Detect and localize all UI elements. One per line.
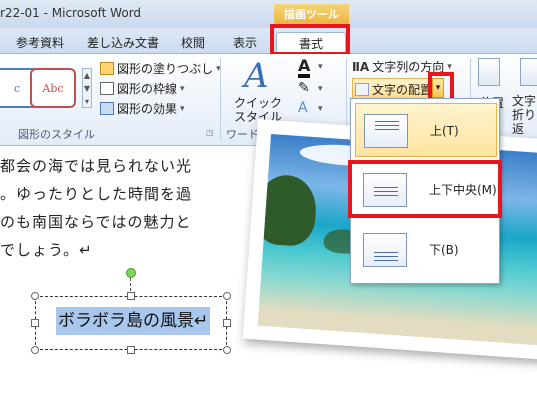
text-outline-icon[interactable]: ✎ [298,80,310,96]
chevron-down-icon: ▾ [180,83,185,94]
dialog-launcher-icon[interactable]: ◳ [206,128,214,137]
shape-effects-label: 図形の効果 [117,102,178,116]
tab-references[interactable]: 参考資料 [8,32,72,54]
align-top-icon [364,114,408,148]
align-text-icon [355,83,369,96]
foliage-shape [257,173,319,248]
wrap-text-label-1: 文字 [512,94,537,108]
document-line: 都会の海では見られない光 [0,157,193,175]
chevron-down-icon: ▾ [447,61,452,72]
resize-handle[interactable] [31,292,39,300]
resize-handle[interactable] [127,346,135,354]
menu-item-bottom[interactable]: 下(B) [355,223,497,277]
wrap-text-icon[interactable] [520,58,537,86]
title-textbox[interactable]: ボラボラ島の風景↵ [31,292,231,354]
shape-effects-button[interactable]: 図形の効果 ▾ [100,100,185,117]
text-direction-label: 文字列の方向 [372,60,445,74]
chevron-down-icon[interactable]: ▾ [318,84,323,94]
wordart-a-icon[interactable]: A [244,56,269,96]
shape-styles-group-label: 図形のスタイル [18,128,95,141]
menu-item-middle-label: 上下中央(M) [429,183,497,197]
wrap-text-label-2: 折り返 [512,108,537,136]
shape-fill-button[interactable]: 図形の塗りつぶし ▾ [100,60,221,77]
menu-item-bottom-label: 下(B) [429,243,459,257]
align-text-label: 文字の配置 [372,83,433,97]
document-line: でしょう。↵ [0,241,93,259]
effects-icon [100,102,114,115]
menu-item-top-label: 上(T) [430,124,459,138]
tab-mailings[interactable]: 差し込み文書 [80,32,166,54]
resize-handle[interactable] [31,319,39,327]
window-title: r22-01 - Microsoft Word [0,6,142,20]
tab-view[interactable]: 表示 [224,32,266,54]
align-text-dropdown-arrow[interactable]: ▾ [432,78,444,98]
align-text-menu: 上(T) 上下中央(M) 下(B) [350,98,500,284]
text-effects-icon[interactable]: A [298,100,308,116]
pen-icon [100,82,114,95]
text-fill-button[interactable]: A [298,58,311,78]
align-bottom-icon [363,233,407,267]
document-line: のも南国ならではの魅力と [0,213,192,231]
textbox-selected-text[interactable]: ボラボラ島の風景↵ [56,307,211,335]
rotation-handle[interactable] [126,268,136,278]
text-direction-button[interactable]: ⅡA 文字列の方向 ▾ [352,58,452,75]
group-divider [220,58,221,140]
title-bar: r22-01 - Microsoft Word 描画ツール [0,0,537,28]
chevron-down-icon[interactable]: ▾ [318,104,323,114]
gallery-scroll[interactable]: ▲ ▼ ▾ [82,68,92,108]
shape-outline-button[interactable]: 図形の枠線 ▾ [100,80,185,97]
chevron-down-icon: ▾ [180,103,185,114]
resize-handle[interactable] [31,346,39,354]
menu-item-top[interactable]: 上(T) [355,103,497,157]
position-icon[interactable] [478,58,500,86]
ribbon-tabs: 参考資料 差し込み文書 校閲 表示 書式 [0,28,537,54]
resize-handle[interactable] [127,292,135,300]
shape-fill-label: 図形の塗りつぶし [117,62,214,76]
text-direction-icon: ⅡA [352,59,370,74]
shape-style-gallery-item-2[interactable]: Abc [30,68,76,108]
align-middle-icon [363,173,407,207]
tab-review[interactable]: 校閲 [172,32,214,54]
paint-bucket-icon [100,62,114,75]
document-line: 。ゆったりとした時間を過 [0,185,193,203]
tab-format[interactable]: 書式 [276,32,346,54]
resize-handle[interactable] [223,346,231,354]
chevron-down-icon[interactable]: ▾ [318,62,323,72]
menu-item-middle[interactable]: 上下中央(M) [355,163,497,217]
quick-styles-label-1: クイック [234,96,283,110]
resize-handle[interactable] [223,292,231,300]
shape-outline-label: 図形の枠線 [117,82,178,96]
wrap-text-button[interactable]: 文字 折り返 [512,94,537,136]
resize-handle[interactable] [223,319,231,327]
drawing-tools-context-tab: 描画ツール [274,4,349,26]
